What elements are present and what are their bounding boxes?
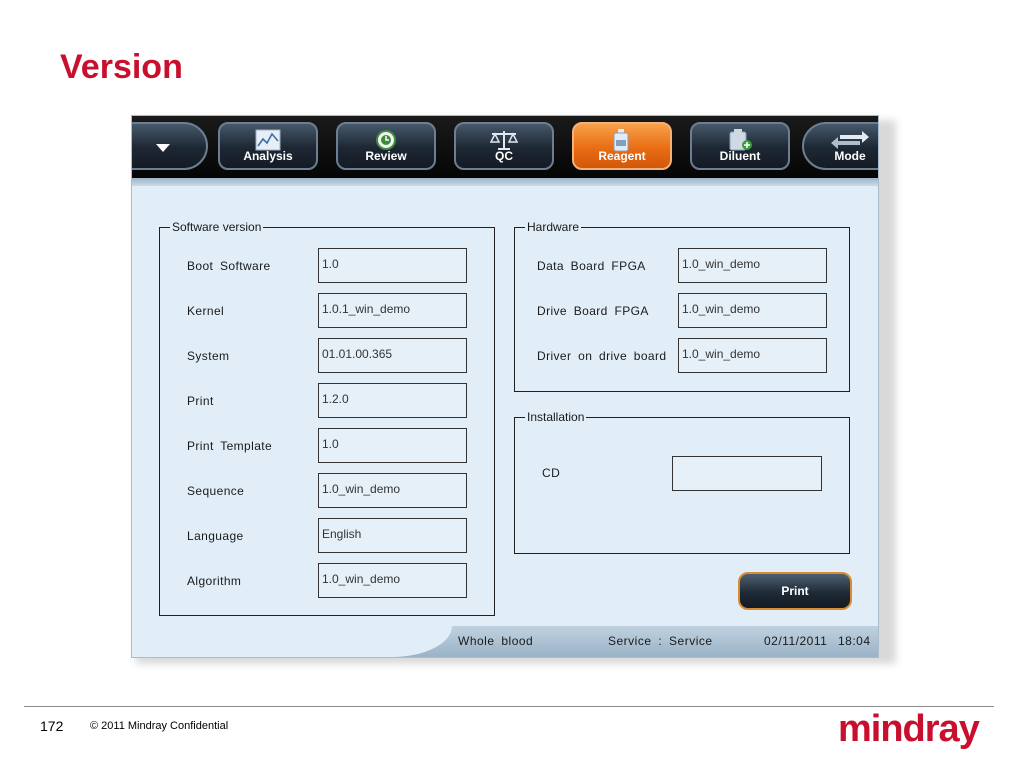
status-bar: Whole blood Service : Service 02/11/2011…	[132, 626, 878, 657]
review-button[interactable]: Review	[336, 122, 436, 170]
slide-title: Version	[60, 48, 183, 86]
drive-board-fpga-field: 1.0_win_demo	[678, 293, 827, 328]
analyzer-screen: Analysis Review QC Reagent Diluent Mode …	[131, 115, 879, 658]
software-row-label: Print Template	[187, 439, 273, 453]
software-row-label: Kernel	[187, 304, 225, 318]
date-text: 02/11/2011	[764, 634, 828, 648]
print-button[interactable]: Print	[738, 572, 852, 610]
data-board-fpga-field: 1.0_win_demo	[678, 248, 827, 283]
mode-button[interactable]: Mode	[802, 122, 878, 170]
reagent-label: Reagent	[598, 149, 646, 163]
language-field: English	[318, 518, 467, 553]
installation-row-label: CD	[542, 466, 561, 480]
software-row-label: Algorithm	[187, 574, 242, 588]
hardware-row-label: Driver on drive board	[537, 349, 667, 363]
qc-button[interactable]: QC	[454, 122, 554, 170]
software-row-label: Language	[187, 529, 244, 543]
boot-software-field: 1.0	[318, 248, 467, 283]
hardware-row-label: Data Board FPGA	[537, 259, 646, 273]
software-row-label: Print	[187, 394, 214, 408]
footer-divider	[24, 706, 994, 707]
cd-field	[672, 456, 822, 491]
user-text: Service : Service	[608, 634, 713, 648]
software-version-legend: Software version	[172, 220, 262, 234]
hardware-legend: Hardware	[527, 220, 580, 234]
installation-legend: Installation	[527, 410, 585, 424]
main-toolbar: Analysis Review QC Reagent Diluent Mode	[132, 116, 878, 178]
print-version-field: 1.2.0	[318, 383, 467, 418]
diluent-label: Diluent	[719, 149, 761, 163]
print-template-field: 1.0	[318, 428, 467, 463]
review-label: Review	[365, 149, 407, 163]
software-row-label: System	[187, 349, 230, 363]
software-row-label: Sequence	[187, 484, 245, 498]
status-bar-curve	[132, 626, 452, 657]
algorithm-field: 1.0_win_demo	[318, 563, 467, 598]
system-field: 01.01.00.365	[318, 338, 467, 373]
time-text: 18:04	[838, 634, 871, 648]
kernel-field: 1.0.1_win_demo	[318, 293, 467, 328]
software-row-label: Boot Software	[187, 259, 271, 273]
qc-label: QC	[495, 149, 513, 163]
mindray-logo: mindray	[838, 708, 980, 750]
copyright-text: © 2011 Mindray Confidential	[90, 720, 229, 732]
page-number: 172	[40, 718, 64, 734]
analysis-button[interactable]: Analysis	[218, 122, 318, 170]
reagent-button[interactable]: Reagent	[572, 122, 672, 170]
analysis-label: Analysis	[243, 149, 293, 163]
menu-button[interactable]	[132, 122, 208, 170]
driver-on-drive-board-field: 1.0_win_demo	[678, 338, 827, 373]
diluent-button[interactable]: Diluent	[690, 122, 790, 170]
hardware-row-label: Drive Board FPGA	[537, 304, 649, 318]
mode-label: Mode	[834, 149, 866, 163]
sample-mode-text: Whole blood	[458, 634, 534, 648]
sequence-field: 1.0_win_demo	[318, 473, 467, 508]
toolbar-strip	[132, 178, 878, 186]
caret-down-icon	[132, 136, 206, 160]
